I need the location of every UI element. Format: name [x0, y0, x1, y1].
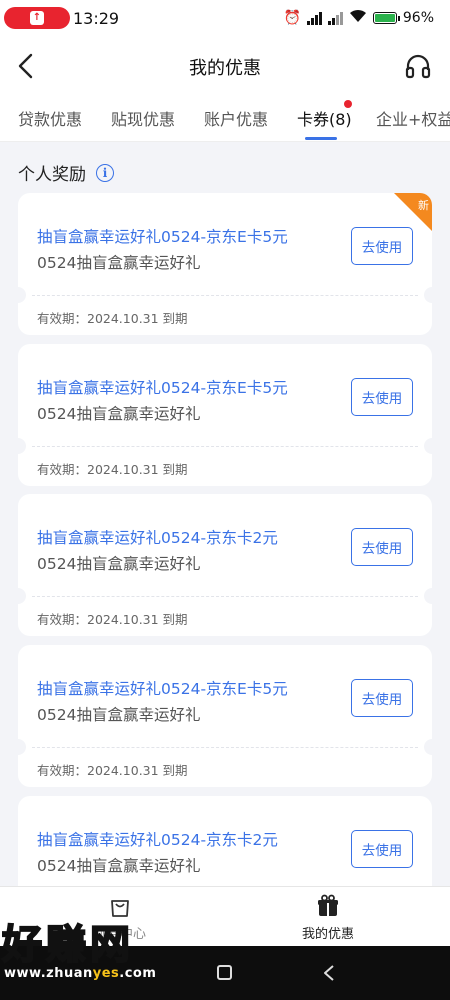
nav-label: 我的优惠 — [301, 927, 354, 942]
page-title: 我的优惠 — [189, 58, 261, 79]
gift-icon — [318, 894, 338, 916]
wifi-icon — [349, 9, 367, 27]
section-header: 个人奖励 i — [18, 160, 114, 185]
signal-icon — [306, 11, 322, 25]
nav-my-coupons[interactable]: 我的优惠 — [268, 893, 388, 942]
headphones-icon — [405, 54, 431, 79]
watermark-url-highlight: yes — [92, 966, 120, 981]
notification-dot — [344, 100, 352, 108]
coupon-description: 0524抽盲盒赢幸运好礼 — [37, 555, 201, 573]
coupon-notch — [18, 739, 26, 755]
coupon-title: 抽盲盒赢幸运好礼0524-京东E卡5元 — [37, 228, 288, 246]
alarm-icon: ⏰ — [283, 10, 301, 26]
coupon-notch — [18, 588, 26, 604]
coupon-notch — [18, 438, 26, 454]
coupon-description: 0524抽盲盒赢幸运好礼 — [37, 254, 201, 272]
coupon-description: 0524抽盲盒赢幸运好礼 — [37, 857, 201, 875]
coupon-card: 抽盲盒赢幸运好礼0524-京东E卡5元 0524抽盲盒赢幸运好礼 去使用 有效期… — [18, 645, 432, 787]
coupon-card: 抽盲盒赢幸运好礼0524-京东E卡5元 0524抽盲盒赢幸运好礼 去使用 有效期… — [18, 344, 432, 486]
coupon-title: 抽盲盒赢幸运好礼0524-京东卡2元 — [37, 529, 278, 547]
new-badge: 新 — [394, 193, 432, 231]
use-coupon-button[interactable]: 去使用 — [351, 679, 413, 717]
tab-account[interactable]: 账户优惠 — [204, 106, 268, 130]
dashed-divider — [32, 747, 418, 748]
coupon-expiry: 有效期：2024.10.31 到期 — [37, 763, 188, 778]
new-badge-label: 新 — [418, 199, 429, 212]
battery-icon — [372, 12, 400, 24]
tab-bar: 贷款优惠 贴现优惠 账户优惠 卡券(8) 企业+权益 — [0, 94, 450, 142]
coupon-expiry: 有效期：2024.10.31 到期 — [37, 311, 188, 326]
watermark-url-prefix: www.zhuan — [4, 966, 93, 981]
status-time: 13:29 — [73, 9, 120, 28]
watermark-url: www.zhuanyes.com — [4, 966, 156, 981]
watermark: 好赚网 www.zhuanyes.com — [1, 912, 202, 994]
tab-discount[interactable]: 贴现优惠 — [111, 106, 175, 130]
coupon-title: 抽盲盒赢幸运好礼0524-京东E卡5元 — [37, 680, 288, 698]
active-tab-indicator — [305, 137, 337, 140]
dashed-divider — [32, 596, 418, 597]
coupon-notch — [424, 438, 432, 454]
coupon-notch — [424, 287, 432, 303]
watermark-url-suffix: .com — [119, 966, 157, 981]
coupon-title: 抽盲盒赢幸运好礼0524-京东E卡5元 — [37, 379, 288, 397]
app-header: 我的优惠 — [0, 38, 450, 94]
coupon-notch — [424, 739, 432, 755]
use-coupon-button[interactable]: 去使用 — [351, 227, 413, 265]
use-coupon-button[interactable]: 去使用 — [351, 528, 413, 566]
coupon-description: 0524抽盲盒赢幸运好礼 — [37, 706, 201, 724]
coupon-card: 抽盲盒赢幸运好礼0524-京东卡2元 0524抽盲盒赢幸运好礼 去使用 有效期：… — [18, 494, 432, 636]
battery-percent: 96% — [402, 10, 434, 26]
dashed-divider — [32, 446, 418, 447]
back-triangle-icon[interactable] — [322, 964, 336, 982]
section-title: 个人奖励 — [18, 165, 86, 185]
tab-enterprise[interactable]: 企业+权益 — [376, 106, 450, 130]
info-icon[interactable]: i — [96, 163, 114, 182]
signal-icon-2 — [327, 11, 343, 25]
status-bar: ↑ 13:29 ⏰ 96% — [0, 0, 450, 38]
tab-coupons[interactable]: 卡券(8) — [297, 106, 352, 130]
use-coupon-button[interactable]: 去使用 — [351, 378, 413, 416]
coupon-expiry: 有效期：2024.10.31 到期 — [37, 612, 188, 627]
screen-record-indicator[interactable]: ↑ — [4, 7, 70, 29]
coupon-card: 新 抽盲盒赢幸运好礼0524-京东E卡5元 0524抽盲盒赢幸运好礼 去使用 有… — [18, 193, 432, 335]
use-coupon-button[interactable]: 去使用 — [351, 830, 413, 868]
status-icons: ⏰ 96% — [283, 9, 434, 27]
tab-loan[interactable]: 贷款优惠 — [18, 106, 82, 130]
arrow-up-icon: ↑ — [30, 11, 44, 25]
watermark-brand: 好赚网 — [1, 921, 134, 969]
dashed-divider — [32, 295, 418, 296]
home-button[interactable] — [217, 965, 232, 980]
coupon-description: 0524抽盲盒赢幸运好礼 — [37, 405, 201, 423]
coupon-expiry: 有效期：2024.10.31 到期 — [37, 462, 188, 477]
coupon-notch — [18, 287, 26, 303]
coupon-notch — [424, 588, 432, 604]
coupon-title: 抽盲盒赢幸运好礼0524-京东卡2元 — [37, 831, 278, 849]
customer-service-button[interactable] — [404, 52, 432, 80]
